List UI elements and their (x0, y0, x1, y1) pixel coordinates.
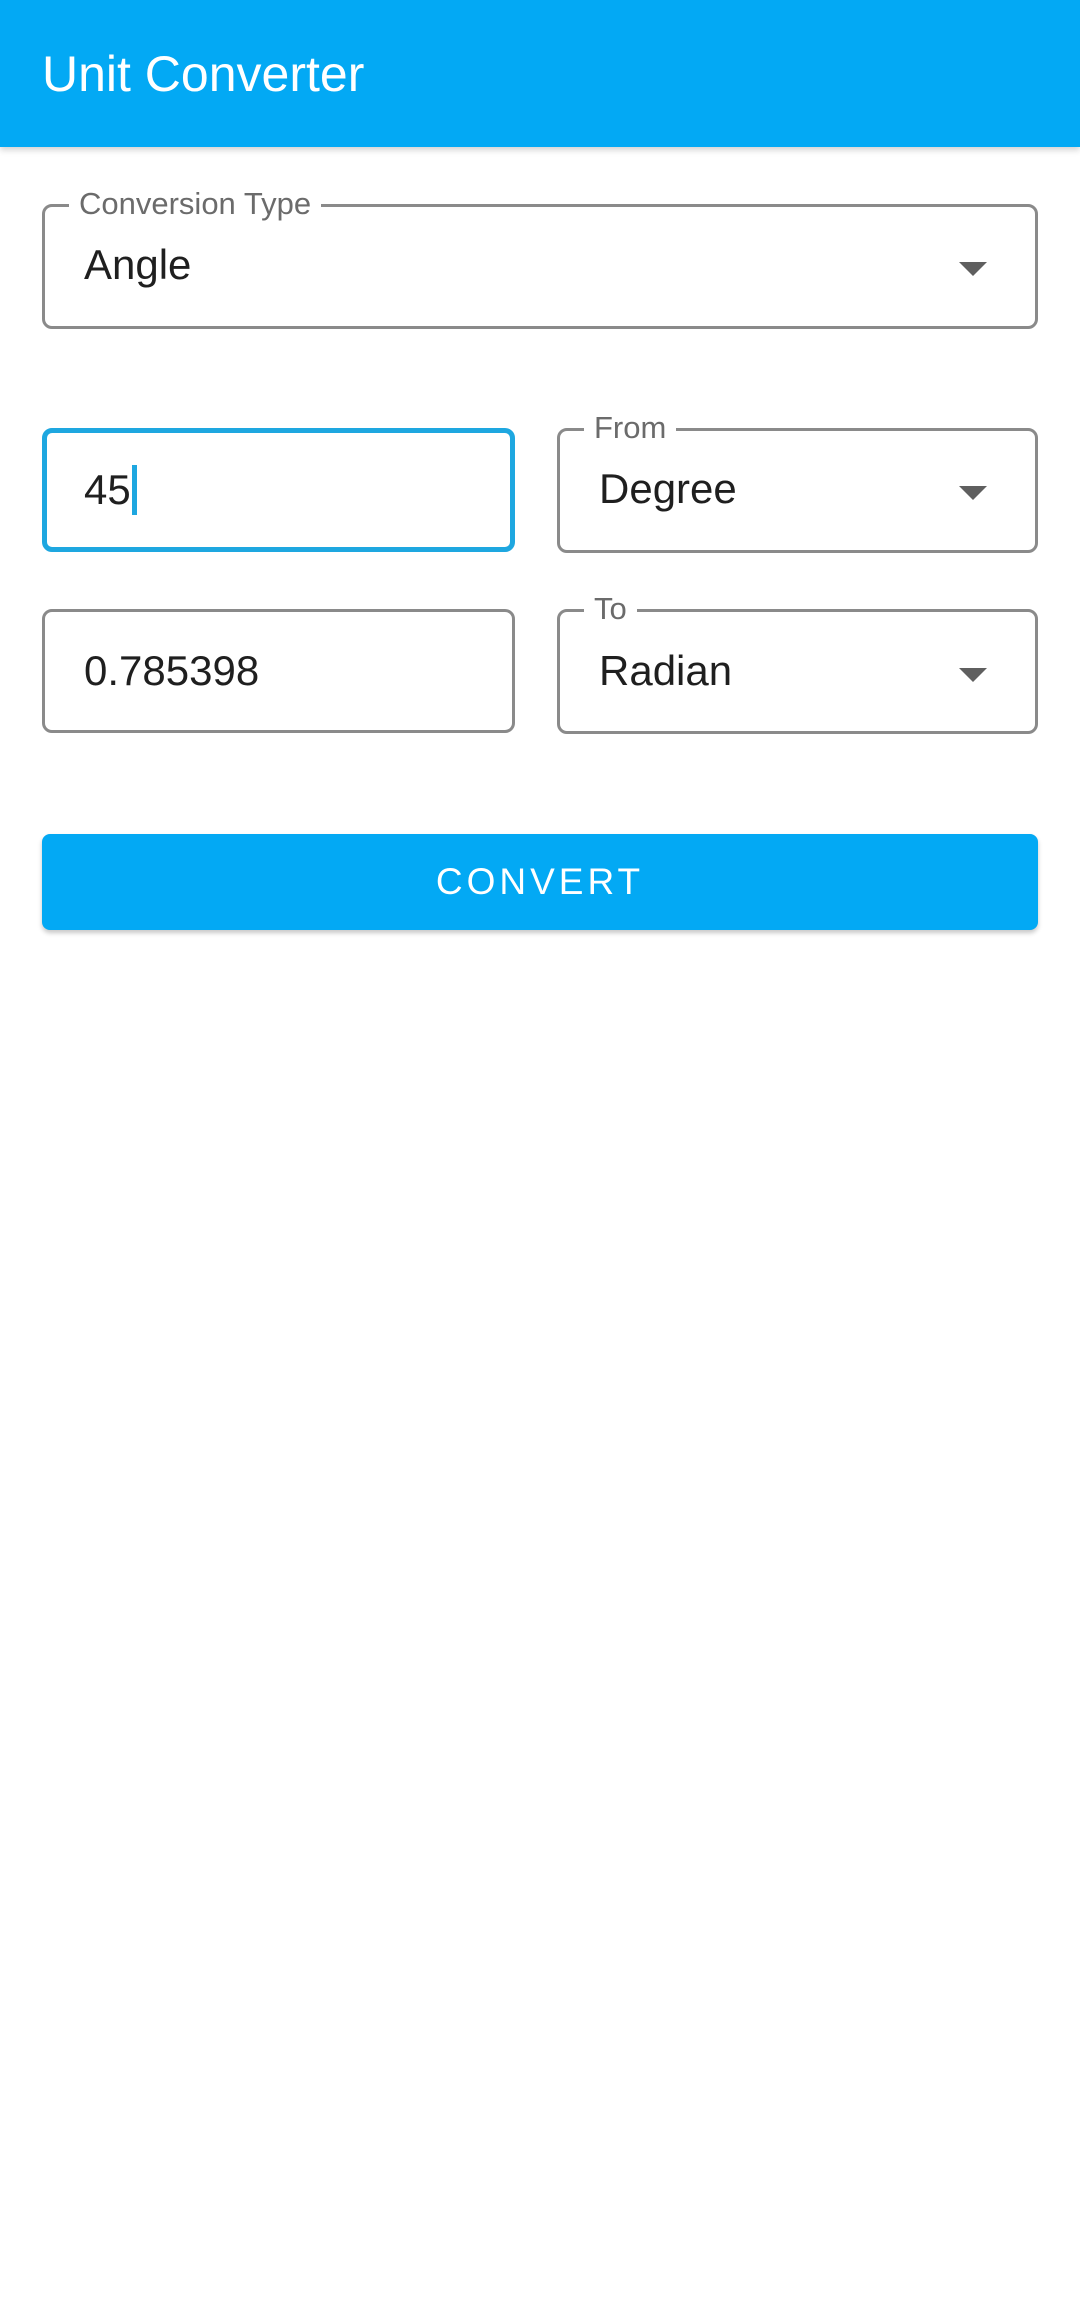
output-value-field[interactable]: 0.785398 (42, 609, 515, 733)
conversion-type-label: Conversion Type (69, 186, 322, 222)
chevron-down-icon (959, 262, 987, 276)
text-cursor (131, 465, 137, 515)
app-title: Unit Converter (42, 46, 365, 102)
conversion-type-dropdown[interactable]: Conversion Type Angle (42, 186, 1038, 329)
from-unit-label: From (584, 410, 677, 446)
chevron-down-icon (959, 486, 987, 500)
chevron-down-icon (959, 668, 987, 682)
convert-button-label: CONVERT (435, 861, 645, 902)
convert-button[interactable]: CONVERT (42, 834, 1038, 930)
from-unit-value: Degree (599, 465, 737, 512)
input-value-field[interactable]: 45 (42, 428, 515, 552)
from-unit-dropdown[interactable]: From Degree (557, 410, 1038, 553)
input-value: 45 (84, 465, 137, 515)
app-bar: Unit Converter (0, 0, 1080, 147)
to-unit-label: To (584, 591, 637, 627)
output-value: 0.785398 (84, 647, 260, 694)
to-unit-dropdown[interactable]: To Radian (557, 591, 1038, 734)
conversion-type-value: Angle (84, 241, 192, 288)
to-unit-value: Radian (599, 647, 733, 694)
